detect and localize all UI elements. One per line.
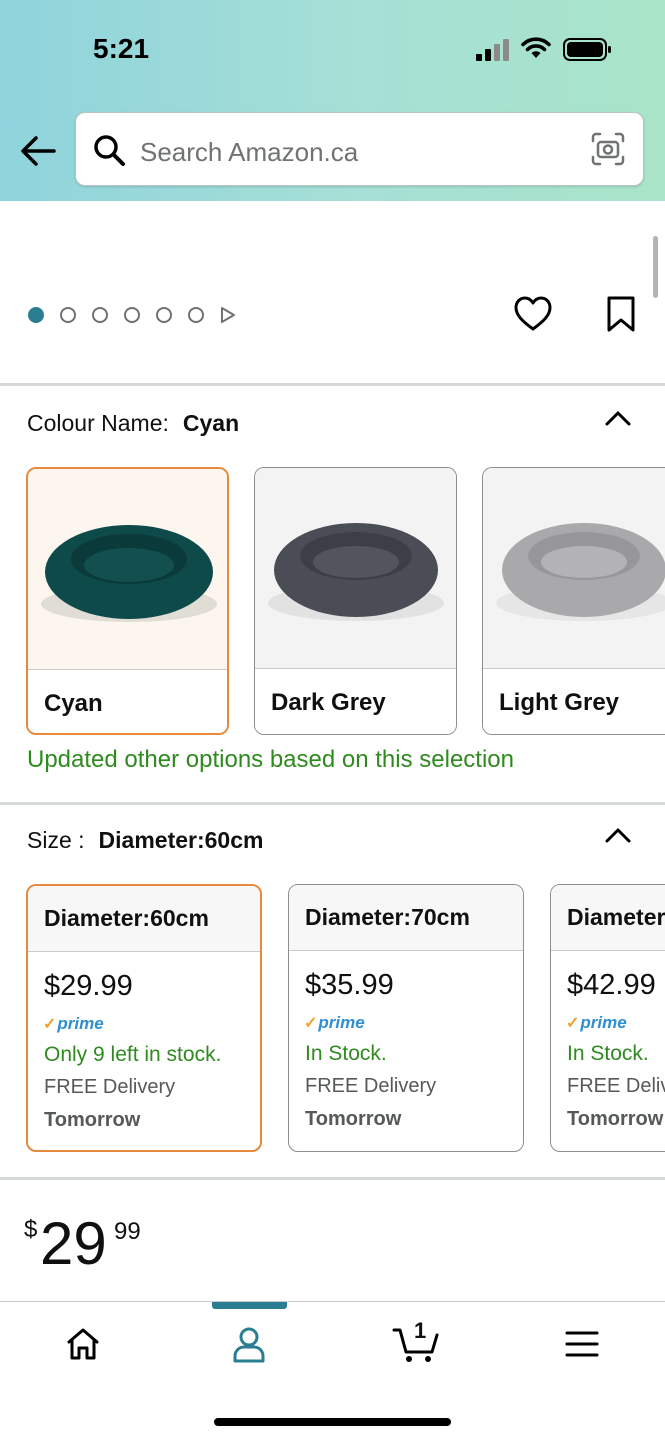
size-option-80cm[interactable]: Diameter:80cm $42.99 ✓prime In Stock. FR… [550, 884, 665, 1152]
prime-text: prime [318, 1013, 365, 1032]
pet-bed-image [41, 525, 217, 622]
pet-bed-image [268, 523, 444, 621]
size-label: Size : [27, 827, 85, 853]
size-option-header: Diameter:60cm [28, 886, 260, 952]
colour-option-label: Dark Grey [271, 689, 386, 716]
stock-status: In Stock. [567, 1042, 649, 1065]
price-currency: $ [24, 1216, 38, 1243]
selection-update-message: Updated other options based on this sele… [27, 746, 514, 773]
chevron-up-icon[interactable] [604, 825, 632, 845]
delivery-text: FREE Delivery [567, 1075, 665, 1097]
carousel-dot[interactable] [156, 307, 172, 323]
size-option-70cm[interactable]: Diameter:70cm $35.99 ✓prime In Stock. FR… [288, 884, 524, 1152]
size-value: Diameter:60cm [98, 827, 264, 853]
prime-text: prime [580, 1013, 627, 1032]
account-icon[interactable] [231, 1326, 267, 1364]
colour-option-dark-grey[interactable]: Dark Grey [254, 467, 457, 735]
cart-count: 1 [414, 1318, 427, 1343]
size-option-price: $35.99 [305, 969, 394, 1001]
carousel-dot[interactable] [124, 307, 140, 323]
size-option-name: Diameter:70cm [305, 904, 470, 930]
colour-option-light-grey[interactable]: Light Grey [482, 467, 665, 735]
status-time: 5:21 [93, 33, 150, 64]
carousel-dot[interactable] [92, 307, 108, 323]
stock-status: Only 9 left in stock. [44, 1043, 222, 1066]
delivery-text: FREE Delivery [44, 1076, 176, 1098]
size-option-price: $42.99 [567, 969, 656, 1001]
price-whole: 29 [40, 1210, 107, 1277]
bookmark-icon[interactable] [605, 295, 637, 333]
camera-scan-icon[interactable] [590, 131, 626, 167]
cellular-signal-icon [476, 39, 509, 61]
header-bar: 5:21 Search Amazon.ca [0, 0, 665, 201]
battery-icon [563, 38, 611, 61]
colour-value: Cyan [182, 410, 240, 436]
colour-option-label: Light Grey [499, 689, 620, 716]
prime-check-icon: ✓ [304, 1015, 318, 1032]
scrollbar[interactable] [653, 236, 658, 298]
colour-label-row: Colour Name: Cyan [27, 410, 239, 437]
video-play-icon[interactable] [220, 306, 236, 324]
swatch-label-area: Cyan [28, 669, 227, 733]
size-option-header: Diameter:80cm [551, 885, 665, 951]
home-icon[interactable] [65, 1326, 101, 1362]
prime-check-icon: ✓ [43, 1016, 57, 1033]
delivery-day: Tomorrow [44, 1109, 141, 1131]
delivery-day: Tomorrow [305, 1108, 402, 1130]
divider [0, 1177, 665, 1180]
carousel-dot[interactable] [188, 307, 204, 323]
colour-label: Colour Name: [27, 410, 169, 436]
price-fraction: 99 [114, 1218, 141, 1245]
carousel-dot[interactable] [28, 307, 44, 323]
swatch-label-area: Light Grey [483, 668, 665, 734]
prime-check-icon: ✓ [566, 1015, 580, 1032]
prime-badge: ✓prime [304, 1013, 365, 1033]
size-option-name: Diameter:60cm [44, 905, 209, 931]
back-arrow-icon[interactable] [20, 134, 56, 168]
size-option-name: Diameter:80cm [567, 904, 665, 930]
size-option-header: Diameter:70cm [289, 885, 523, 951]
bottom-nav: 1 [0, 1301, 665, 1440]
prime-badge: ✓prime [43, 1014, 104, 1034]
search-placeholder: Search Amazon.ca [140, 137, 359, 167]
colour-option-label: Cyan [44, 690, 103, 717]
divider [0, 383, 665, 386]
menu-icon[interactable] [565, 1330, 599, 1358]
chevron-up-icon[interactable] [604, 408, 632, 428]
prime-text: prime [57, 1014, 104, 1033]
divider [0, 802, 665, 805]
wifi-icon [521, 37, 551, 58]
search-icon [94, 135, 125, 166]
product-image [28, 469, 227, 670]
pet-bed-image [496, 523, 665, 621]
heart-icon[interactable] [514, 296, 552, 332]
size-option-price: $29.99 [44, 970, 133, 1002]
search-input[interactable]: Search Amazon.ca [75, 112, 644, 186]
product-image [483, 468, 665, 669]
active-tab-indicator [212, 1302, 287, 1309]
size-option-60cm[interactable]: Diameter:60cm $29.99 ✓prime Only 9 left … [26, 884, 262, 1152]
swatch-label-area: Dark Grey [255, 668, 456, 734]
delivery-text: FREE Delivery [305, 1075, 437, 1097]
delivery-day: Tomorrow [567, 1108, 664, 1130]
prime-badge: ✓prime [566, 1013, 627, 1033]
home-indicator [214, 1418, 451, 1426]
product-image [255, 468, 456, 669]
size-label-row: Size : Diameter:60cm [27, 827, 263, 854]
carousel-dots [28, 306, 236, 324]
carousel-dot[interactable] [60, 307, 76, 323]
colour-option-cyan[interactable]: Cyan [26, 467, 229, 735]
stock-status: In Stock. [305, 1042, 387, 1065]
